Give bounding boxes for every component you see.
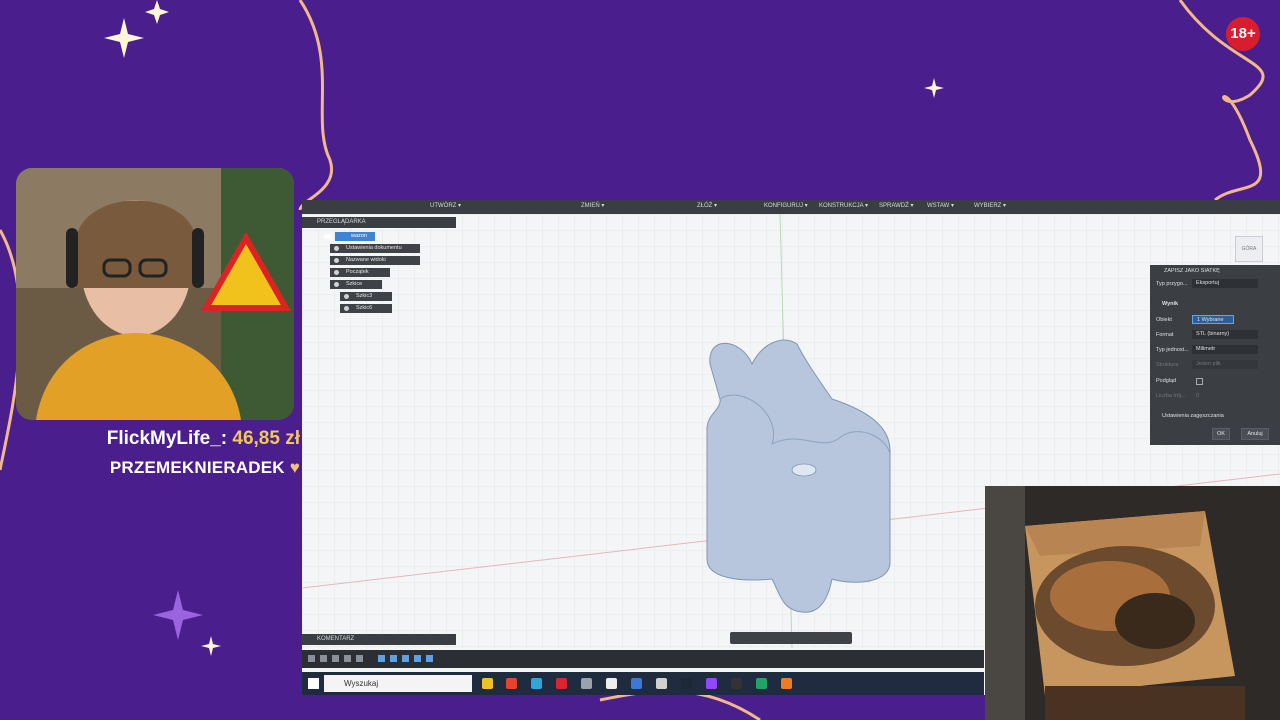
donation-amount: 46,85 zł: [232, 428, 300, 449]
main-toolbar: UTWÓRZ ▾ ZMIEŃ ▾ ZŁÓŻ ▾ KONFIGURUJ ▾ KON…: [302, 200, 1280, 214]
triangle-count-label: Liczba trój...: [1156, 393, 1186, 399]
menu-select[interactable]: WYBIERZ ▾: [974, 202, 1006, 209]
windows-taskbar: Wyszukaj: [302, 672, 984, 695]
file-explorer-icon[interactable]: [482, 678, 493, 689]
folder-icon: [334, 270, 339, 275]
structure-select: Jeden plik: [1192, 360, 1258, 369]
step-back-icon[interactable]: [320, 655, 327, 662]
browser-item-origin[interactable]: Początek: [330, 268, 390, 277]
browser-title: PRZEGLĄDARKA: [302, 217, 456, 228]
app-icon[interactable]: [581, 678, 592, 689]
edge-browser-icon[interactable]: [531, 678, 542, 689]
navigation-bar[interactable]: [730, 632, 852, 644]
timeline-feature-icon[interactable]: [378, 655, 385, 662]
taskbar-search-input[interactable]: Wyszukaj: [324, 675, 472, 692]
section-result: Wynik: [1162, 301, 1179, 307]
sketch-icon: [344, 306, 349, 311]
cancel-button[interactable]: Anuluj: [1241, 428, 1269, 440]
opera-browser-icon[interactable]: [556, 678, 567, 689]
unit-select[interactable]: Milimetr: [1192, 345, 1258, 354]
donation-alert: FlickMyLife_: 46,85 zł: [0, 428, 300, 450]
browser-root-wazon[interactable]: wazon: [335, 232, 375, 241]
type-label: Typ przygo...: [1156, 281, 1188, 287]
app-icon[interactable]: [631, 678, 642, 689]
object-label: Obiekt: [1156, 317, 1172, 323]
cat-webcam: [985, 486, 1280, 720]
age-rating-badge: 18+: [1226, 17, 1260, 51]
triangle-count-value: 0: [1196, 393, 1200, 399]
preview-label: Podgląd: [1156, 378, 1177, 384]
format-label: Format: [1156, 332, 1174, 338]
recent-donor-name: PRZEMEKNIERADEK: [109, 458, 285, 477]
app-icon[interactable]: [606, 678, 617, 689]
brave-browser-icon[interactable]: [506, 678, 517, 689]
browser-item-sketches[interactable]: Szkice: [330, 280, 382, 289]
app-icon[interactable]: [656, 678, 667, 689]
timeline-feature-icon[interactable]: [390, 655, 397, 662]
play-icon[interactable]: [332, 655, 339, 662]
refinement-settings-toggle[interactable]: Ustawienia zagęszczania: [1162, 413, 1224, 419]
sketch-icon: [344, 294, 349, 299]
browser-sketch-item[interactable]: Szkic3: [340, 292, 392, 301]
gear-icon: [334, 246, 339, 251]
menu-configure[interactable]: KONFIGURUJ ▾: [764, 202, 808, 209]
folder-icon: [334, 282, 339, 287]
timeline-feature-icon[interactable]: [426, 655, 433, 662]
streamer-webcam: [16, 168, 294, 420]
type-select[interactable]: Eksportuj: [1192, 279, 1258, 288]
heart-icon: ♥: [289, 458, 300, 477]
folder-icon: [334, 258, 339, 263]
steam-icon[interactable]: [681, 678, 692, 689]
browser-panel: PRZEGLĄDARKA wazon Ustawienia dokumentu …: [302, 217, 456, 317]
app-icon[interactable]: [756, 678, 767, 689]
timeline-feature-icon[interactable]: [414, 655, 421, 662]
menu-insert[interactable]: WSTAW ▾: [927, 202, 954, 209]
skip-start-icon[interactable]: [308, 655, 315, 662]
preview-checkbox[interactable]: [1196, 378, 1203, 385]
menu-modify[interactable]: ZMIEŃ ▾: [581, 202, 604, 209]
save-as-mesh-dialog: ZAPISZ JAKO SIATKĘ Typ przygo... Eksport…: [1150, 265, 1280, 445]
object-selection[interactable]: 1 Wybrane: [1192, 315, 1234, 324]
donation-user: FlickMyLife_:: [106, 428, 228, 449]
step-forward-icon[interactable]: [344, 655, 351, 662]
eye-icon[interactable]: [324, 234, 331, 239]
ok-button[interactable]: OK: [1212, 428, 1230, 440]
menu-inspect[interactable]: SPRAWDŹ ▾: [879, 202, 913, 209]
dialog-title: ZAPISZ JAKO SIATKĘ: [1164, 268, 1220, 274]
unit-label: Typ jednost...: [1156, 347, 1189, 353]
app-icon[interactable]: [706, 678, 717, 689]
skip-end-icon[interactable]: [356, 655, 363, 662]
timeline: [302, 650, 984, 668]
browser-item-named-views[interactable]: Nazwane widoki: [330, 256, 420, 265]
structure-label: Struktura: [1156, 362, 1179, 368]
comments-panel[interactable]: KOMENTARZ: [302, 634, 456, 645]
fusion360-icon[interactable]: [781, 678, 792, 689]
menu-create[interactable]: UTWÓRZ ▾: [430, 202, 461, 209]
windows-start-icon[interactable]: [308, 678, 319, 689]
menu-assemble[interactable]: ZŁÓŻ ▾: [697, 202, 717, 209]
timeline-feature-icon[interactable]: [402, 655, 409, 662]
browser-sketch-item[interactable]: Szkic6: [340, 304, 392, 313]
recent-donor: PRZEMEKNIERADEK ♥: [0, 458, 300, 478]
menu-construct[interactable]: KONSTRUKCJA ▾: [819, 202, 868, 209]
browser-item-document-settings[interactable]: Ustawienia dokumentu: [330, 244, 420, 253]
format-select[interactable]: STL (binarny): [1192, 330, 1258, 339]
viewcube[interactable]: GÓRA: [1235, 236, 1263, 262]
obs-icon[interactable]: [731, 678, 742, 689]
